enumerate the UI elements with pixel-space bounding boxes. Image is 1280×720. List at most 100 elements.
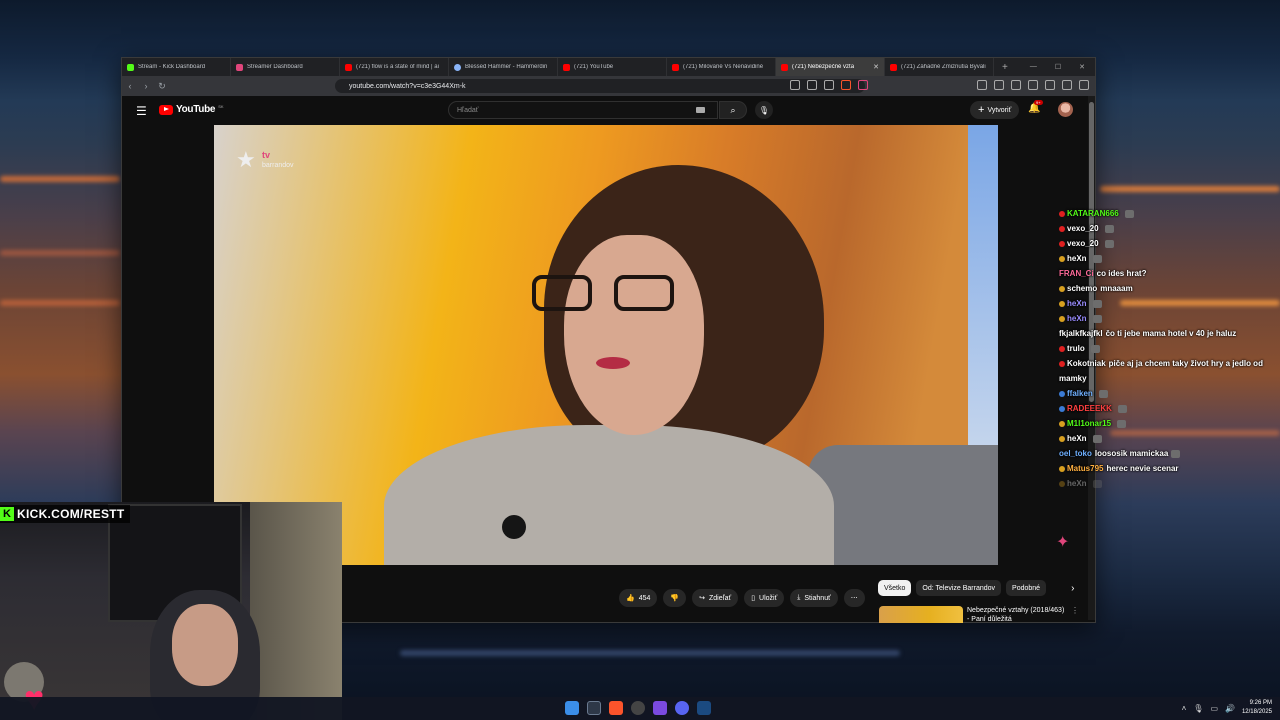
minimize-icon[interactable]: — bbox=[1030, 63, 1037, 71]
emote-icon bbox=[1124, 209, 1134, 218]
streamer-icon bbox=[236, 63, 243, 71]
menu-icon[interactable] bbox=[1079, 80, 1089, 90]
brave-shield-icon[interactable] bbox=[841, 80, 851, 90]
chat-message: Kokotniak piče aj ja chcem taky život hry… bbox=[1059, 356, 1274, 386]
music-icon[interactable] bbox=[1011, 80, 1021, 90]
chat-username: heXn bbox=[1067, 254, 1087, 263]
new-tab-button[interactable]: + bbox=[1002, 62, 1008, 73]
hamburger-menu-icon[interactable]: ☰ bbox=[136, 104, 147, 118]
windows-start-icon[interactable] bbox=[565, 701, 579, 715]
emote-icon bbox=[1117, 404, 1127, 413]
badge-icon bbox=[1059, 480, 1065, 487]
more-actions-button[interactable]: ⋯ bbox=[843, 589, 865, 607]
forward-icon[interactable]: › bbox=[138, 81, 154, 91]
tab-blessed-hammer[interactable]: Blessed Hammer - Hammerdin bbox=[449, 58, 558, 76]
chat-username: schemo bbox=[1067, 284, 1098, 293]
clock[interactable]: 9:26 PM 12/18/2025 bbox=[1242, 699, 1272, 717]
discord-icon[interactable] bbox=[675, 701, 689, 715]
tab-label: (721) Milované Vs Nenávidiné bbox=[683, 64, 764, 70]
chip-related[interactable]: Podobné bbox=[1006, 580, 1047, 596]
badge-icon bbox=[1059, 255, 1065, 262]
chat-text: mnaaam bbox=[1100, 284, 1133, 293]
wallet-icon[interactable] bbox=[1045, 80, 1055, 90]
create-button[interactable]: + Vytvoriť bbox=[970, 101, 1020, 119]
volume-icon[interactable]: 🔊 bbox=[1225, 704, 1235, 713]
voice-search-button[interactable]: 🎙 bbox=[755, 101, 773, 119]
share-button[interactable]: ↪ Zdieľať bbox=[692, 589, 739, 607]
download-button[interactable]: ⤓ Stiahnuť bbox=[790, 589, 838, 607]
badge-icon bbox=[1059, 360, 1065, 367]
tab-flow[interactable]: (721) flow is a state of mind | ai bbox=[340, 58, 449, 76]
video-player[interactable]: ★ tv barrandov bbox=[214, 125, 998, 565]
watermark-brand: barrandov bbox=[262, 162, 294, 169]
download-label: Stiahnuť bbox=[804, 594, 831, 602]
tab-kick-dashboard[interactable]: Stream - Kick Dashboard bbox=[122, 58, 231, 76]
like-button[interactable]: 👍 454 bbox=[619, 589, 658, 607]
chat-message: RADEEEKK bbox=[1059, 401, 1274, 416]
reload-icon[interactable]: ↻ bbox=[154, 81, 170, 92]
obs-icon[interactable] bbox=[631, 701, 645, 715]
recommended-video[interactable]: Nebezpečné vztahy (2018/463) - Paní důle… bbox=[879, 606, 1079, 623]
translate-icon[interactable] bbox=[807, 80, 817, 90]
badge-icon bbox=[1059, 405, 1065, 412]
back-icon[interactable]: ‹ bbox=[122, 81, 138, 91]
tab-label: (721) YouTube bbox=[574, 64, 614, 70]
tab-milovane[interactable]: (721) Milované Vs Nenávidiné bbox=[667, 58, 776, 76]
maximize-icon[interactable]: ☐ bbox=[1055, 63, 1061, 71]
extension-icon[interactable] bbox=[977, 80, 987, 90]
chat-message: schemo mnaaam bbox=[1059, 281, 1274, 296]
kick-url-badge: K KICK.COM/RESTT bbox=[0, 505, 130, 523]
recommendation-chips: Všetko Od: Televize Barrandov Podobné › bbox=[878, 580, 1074, 596]
webcam-overlay: ♥ bbox=[0, 502, 342, 720]
url-text: youtube.com/watch?v=c3e3G44Xm-k bbox=[349, 82, 466, 90]
url-field[interactable]: youtube.com/watch?v=c3e3G44Xm-k bbox=[335, 79, 865, 93]
chat-message: heXn bbox=[1059, 251, 1274, 266]
bookmark-icon: ▯ bbox=[751, 595, 756, 602]
close-icon[interactable]: ✕ bbox=[873, 63, 879, 71]
emote-icon bbox=[1092, 434, 1102, 443]
network-icon[interactable]: ▭ bbox=[1210, 704, 1218, 713]
plus-icon: + bbox=[978, 104, 985, 116]
emote-icon bbox=[1092, 254, 1102, 263]
youtube-icon bbox=[563, 63, 570, 71]
tab-streamer-dashboard[interactable]: Streamer Dashboard bbox=[231, 58, 340, 76]
extension-icon[interactable] bbox=[994, 80, 1004, 90]
tab-zahadne[interactable]: (721) Záhadné Zmiznutia Byvali bbox=[885, 58, 994, 76]
background-light bbox=[250, 502, 342, 720]
more-vert-icon[interactable]: ⋮ bbox=[1071, 606, 1079, 623]
app-icon[interactable] bbox=[587, 701, 601, 715]
save-button[interactable]: ▯ Uložiť bbox=[744, 589, 785, 607]
star-icon[interactable] bbox=[824, 80, 834, 90]
tab-nebezpecne-active[interactable]: (721) Nebezpečné vzta ✕ bbox=[776, 58, 885, 76]
twitch-icon[interactable] bbox=[653, 701, 667, 715]
youtube-icon bbox=[672, 63, 679, 71]
search-button[interactable]: ⌕ bbox=[719, 101, 747, 119]
chevron-right-icon[interactable]: › bbox=[1071, 583, 1074, 594]
avatar[interactable] bbox=[1058, 102, 1073, 117]
notifications-button[interactable]: 🔔 9+ bbox=[1028, 100, 1043, 114]
thumbs-down-icon: 👎 bbox=[670, 595, 680, 602]
vpn-icon[interactable] bbox=[1062, 80, 1072, 90]
steam-icon[interactable] bbox=[697, 701, 711, 715]
search-placeholder: Hľadať bbox=[457, 106, 479, 114]
brave-icon[interactable] bbox=[609, 701, 623, 715]
cast-icon[interactable] bbox=[790, 80, 800, 90]
tab-label: (721) flow is a state of mind | ai bbox=[356, 64, 439, 70]
chip-from-channel[interactable]: Od: Televize Barrandov bbox=[916, 580, 1002, 596]
youtube-logo[interactable]: YouTube SK bbox=[159, 104, 224, 115]
youtube-icon bbox=[781, 63, 788, 71]
sidebar-icon[interactable] bbox=[1028, 80, 1038, 90]
search-input[interactable]: Hľadať bbox=[448, 101, 718, 119]
chip-all[interactable]: Všetko bbox=[878, 580, 912, 596]
chevron-up-icon[interactable]: ˄ bbox=[1182, 704, 1187, 713]
dislike-button[interactable]: 👎 bbox=[663, 589, 687, 607]
tab-youtube[interactable]: (721) YouTube bbox=[558, 58, 667, 76]
rewards-icon[interactable] bbox=[858, 80, 868, 90]
recommended-title[interactable]: Nebezpečné vztahy (2018/463) - Paní důle… bbox=[967, 606, 1067, 623]
recommended-thumbnail[interactable] bbox=[879, 606, 963, 623]
keyboard-icon[interactable] bbox=[696, 107, 705, 113]
chat-message: vexo_20 bbox=[1059, 221, 1274, 236]
microphone-tray-icon[interactable]: 🎙 bbox=[1193, 704, 1203, 713]
close-window-icon[interactable]: ✕ bbox=[1079, 63, 1085, 71]
chat-text: herec nevie scenar bbox=[1106, 464, 1179, 473]
